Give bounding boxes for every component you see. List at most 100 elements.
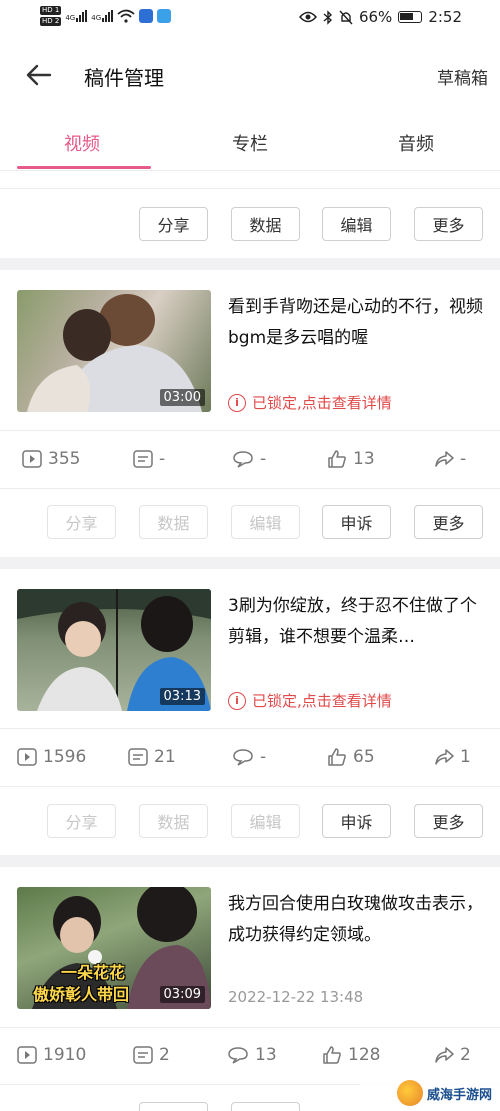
row-divider — [0, 488, 500, 489]
like-count[interactable]: 128 — [322, 1045, 380, 1065]
video-subtitle-line1: 一朵花花 — [61, 963, 126, 982]
danmaku-count: 21 — [128, 747, 176, 767]
thumbs-up-icon — [323, 1046, 341, 1064]
thumbs-up-icon — [328, 748, 346, 766]
watermark-logo-icon — [396, 1080, 423, 1106]
data-button[interactable]: 数据 — [139, 505, 208, 539]
like-count[interactable]: 65 — [327, 747, 375, 767]
like-count-value: 13 — [353, 449, 375, 469]
tab-divider — [0, 170, 500, 171]
like-count[interactable]: 13 — [327, 449, 375, 469]
danmaku-icon — [133, 1046, 153, 1064]
row-divider — [0, 1027, 500, 1028]
data-button[interactable]: 数据 — [139, 804, 208, 838]
drafts-button[interactable]: 草稿箱 — [437, 64, 488, 89]
section-gap — [0, 557, 500, 569]
share-count[interactable]: 1 — [434, 747, 471, 767]
wifi-icon — [117, 9, 135, 23]
info-icon: i — [228, 393, 246, 412]
danmaku-icon — [133, 450, 153, 468]
more-button[interactable]: 更多 — [414, 804, 483, 838]
eye-icon — [298, 11, 317, 23]
more-button[interactable]: 更多 — [414, 207, 483, 241]
share-count-value: 1 — [460, 747, 471, 767]
danmaku-icon — [128, 748, 148, 766]
video-duration: 03:00 — [159, 389, 205, 406]
share-count[interactable]: - — [434, 449, 466, 469]
video-subtitle-line2: 傲娇彰人带回 — [33, 985, 130, 1004]
comment-icon — [233, 749, 253, 766]
share-button[interactable]: 分享 — [47, 804, 116, 838]
play-icon — [17, 748, 37, 766]
row-divider — [0, 786, 500, 787]
danmaku-count-value: - — [159, 449, 166, 469]
row-divider — [0, 430, 500, 431]
video-thumbnail[interactable]: 03:13 — [17, 589, 211, 711]
locked-status[interactable]: i 已锁定,点击查看详情 — [228, 690, 392, 711]
share-count[interactable]: 2 — [434, 1045, 471, 1065]
comment-count[interactable]: - — [232, 747, 266, 767]
video-title[interactable]: 3刷为你绽放，终于忍不住做了个剪辑，谁不想要个温柔… — [228, 591, 490, 653]
video-thumbnail[interactable]: 03:00 — [17, 290, 211, 412]
danmaku-count-value: 21 — [154, 747, 176, 767]
video-duration: 03:09 — [159, 986, 205, 1003]
clock: 2:52 — [428, 8, 462, 26]
locked-text: 已锁定,点击查看详情 — [252, 692, 392, 710]
comment-count-value: - — [260, 747, 267, 767]
play-count-value: 1596 — [43, 747, 87, 767]
back-arrow-icon[interactable] — [24, 60, 54, 90]
play-count: 355 — [22, 449, 80, 469]
data-button[interactable]: 数据 — [231, 207, 300, 241]
comment-count-value: - — [260, 449, 267, 469]
watermark-text: 威海手游网 — [426, 1087, 492, 1103]
publish-date: 2022-12-22 13:48 — [228, 988, 364, 1006]
share-arrow-icon — [435, 749, 454, 765]
comment-icon — [228, 1047, 248, 1064]
appeal-button[interactable]: 申诉 — [322, 505, 391, 539]
status-bar: HD 1 HD 2 4G 4G 66% 2:52 — [0, 0, 500, 36]
danmaku-count: - — [133, 449, 165, 469]
bluetooth-icon — [323, 9, 332, 25]
play-icon — [22, 450, 42, 468]
video-duration: 03:13 — [159, 688, 205, 705]
play-count-value: 1910 — [43, 1045, 87, 1065]
section-gap — [0, 855, 500, 867]
row-divider — [0, 188, 500, 189]
comment-count[interactable]: 13 — [227, 1045, 277, 1065]
mute-bell-icon — [339, 10, 353, 24]
danmaku-count: 2 — [133, 1045, 170, 1065]
share-arrow-icon — [435, 1047, 454, 1063]
data-button-partial[interactable] — [231, 1102, 300, 1111]
hd-badges: HD 1 HD 2 — [40, 6, 62, 26]
share-count-value: - — [460, 449, 467, 469]
play-count-value: 355 — [48, 449, 81, 469]
tab-column[interactable]: 专栏 — [232, 130, 268, 156]
comment-icon — [233, 451, 253, 468]
share-button-partial[interactable] — [139, 1102, 208, 1111]
edit-button[interactable]: 编辑 — [231, 505, 300, 539]
share-button[interactable]: 分享 — [47, 505, 116, 539]
app-header: 稿件管理 草稿箱 — [0, 40, 500, 110]
tab-video[interactable]: 视频 — [64, 130, 100, 156]
like-count-value: 128 — [348, 1045, 381, 1065]
play-icon — [17, 1046, 37, 1064]
video-thumbnail[interactable]: 一朵花花 傲娇彰人带回 03:09 — [17, 887, 211, 1009]
net2-label: 4G — [91, 14, 102, 22]
more-button[interactable]: 更多 — [414, 505, 483, 539]
video-title[interactable]: 我方回合使用白玫瑰做攻击表示，成功获得约定领域。 — [228, 889, 490, 951]
like-count-value: 65 — [353, 747, 375, 767]
play-count: 1596 — [17, 747, 86, 767]
share-button[interactable]: 分享 — [139, 207, 208, 241]
app-notification-icon — [139, 9, 154, 23]
row-divider — [0, 728, 500, 729]
video-title[interactable]: 看到手背吻还是心动的不行，视频bgm是多云唱的喔 — [228, 292, 490, 354]
edit-button[interactable]: 编辑 — [322, 207, 391, 241]
info-icon: i — [228, 691, 246, 710]
edit-button[interactable]: 编辑 — [231, 804, 300, 838]
hd1-badge: HD 1 — [40, 6, 62, 15]
danmaku-count-value: 2 — [159, 1045, 170, 1065]
appeal-button[interactable]: 申诉 — [322, 804, 391, 838]
comment-count[interactable]: - — [232, 449, 266, 469]
tab-audio[interactable]: 音频 — [398, 130, 434, 156]
locked-status[interactable]: i 已锁定,点击查看详情 — [228, 392, 392, 413]
